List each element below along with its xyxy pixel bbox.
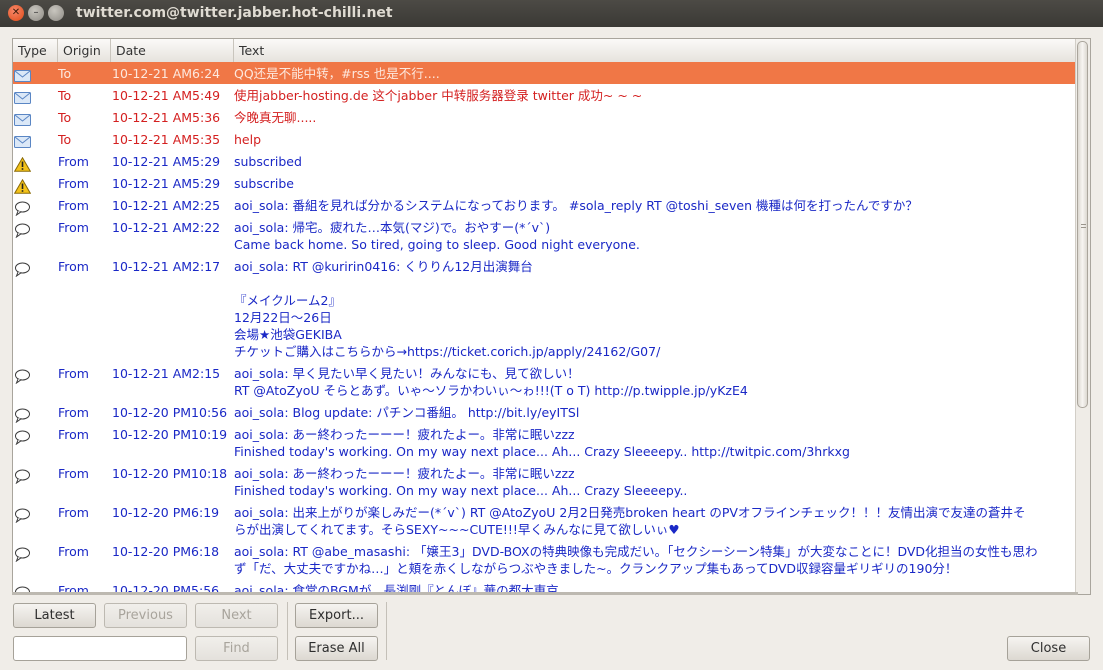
table-row[interactable]: From 10-12-20 PM6:18 aoi_sola: RT @abe_mas… [13, 540, 1076, 579]
column-header-text[interactable]: Text [234, 39, 1076, 62]
row-text: help [234, 132, 262, 147]
row-text: aoi_sola: あー終わったーーー！疲れたよー。非常に眠いzzz Finis… [234, 427, 850, 459]
row-origin: To [58, 110, 72, 125]
button-separator [386, 602, 387, 660]
row-text: 今晚真无聊..... [234, 110, 317, 125]
table-row[interactable]: To 10-12-21 AM5:35 help [13, 128, 1076, 150]
row-date: 10-12-21 AM6:24 [112, 66, 221, 81]
table-row[interactable]: From 10-12-20 PM10:18 aoi_sola: あー終わったーーー！… [13, 462, 1076, 501]
row-text: aoi_sola: 帰宅。疲れた…本気(マジ)で。おやすー(*´v`) Came… [234, 220, 640, 252]
table-row[interactable]: From 10-12-20 PM10:56 aoi_sola: Blog updat… [13, 401, 1076, 424]
export-button[interactable]: Export... [295, 603, 378, 628]
scrollbar-thumb[interactable] [1077, 41, 1088, 408]
latest-button[interactable]: Latest [13, 603, 96, 628]
row-text: aoi_sola: 番組を見れば分かるシステムになっております。 #sola_r… [234, 198, 918, 213]
row-date: 10-12-21 AM5:36 [112, 110, 221, 125]
row-origin: To [58, 66, 72, 81]
row-origin: From [58, 466, 89, 481]
next-button[interactable]: Next [195, 603, 278, 628]
row-origin: From [58, 198, 89, 213]
row-date: 10-12-21 AM5:35 [112, 132, 221, 147]
row-origin: From [58, 366, 89, 381]
row-text: aoi_sola: Blog update: パチンコ番組。 http://bi… [234, 405, 580, 420]
row-text: aoi_sola: RT @abe_masashi: 「嬢王3」DVD-BOXの… [234, 544, 1038, 576]
message-rows: To 10-12-21 AM6:24 QQ还是不能中转，#rss 也是不行.... T… [13, 62, 1076, 594]
previous-button[interactable]: Previous [104, 603, 187, 628]
row-text: aoi_sola: 早く見たい早く見たい！みんなにも、見て欲しい！ RT @At… [234, 366, 748, 398]
message-list[interactable]: Type Origin Date Text To 10-12-21 AM6:24 Q… [12, 38, 1091, 595]
search-input[interactable] [13, 636, 187, 661]
row-date: 10-12-21 AM2:15 [112, 366, 221, 381]
row-origin: From [58, 259, 89, 274]
row-origin: From [58, 154, 89, 169]
row-text: aoi_sola: あー終わったーーー！疲れたよー。非常に眠いzzz Finis… [234, 466, 688, 498]
table-row[interactable]: From 10-12-21 AM2:25 aoi_sola: 番組を見れば分かるシス… [13, 194, 1076, 217]
close-button[interactable]: Close [1007, 636, 1090, 661]
row-text: aoi_sola: 出来上がりが楽しみだー(*´v`) RT @AtoZyoU … [234, 505, 1026, 537]
row-date: 10-12-21 AM2:17 [112, 259, 221, 274]
row-date: 10-12-20 PM10:18 [112, 466, 228, 481]
row-text: QQ还是不能中转，#rss 也是不行.... [234, 66, 440, 81]
row-date: 10-12-20 PM10:56 [112, 405, 228, 420]
table-row[interactable]: To 10-12-21 AM5:36 今晚真无聊..... [13, 106, 1076, 128]
row-text: subscribe [234, 176, 294, 191]
window-minimize-icon[interactable]: – [28, 5, 44, 21]
row-origin: From [58, 505, 89, 520]
window-close-icon[interactable]: ✕ [8, 5, 24, 21]
row-origin: From [58, 427, 89, 442]
row-date: 10-12-20 PM10:19 [112, 427, 228, 442]
row-text: 使用jabber-hosting.de 这个jabber 中转服务器登录 twi… [234, 88, 643, 103]
row-date: 10-12-21 AM2:25 [112, 198, 221, 213]
row-date: 10-12-21 AM5:29 [112, 176, 221, 191]
title-bar: ✕ – twitter.com@twitter.jabber.hot-chill… [0, 0, 1103, 27]
list-header: Type Origin Date Text [13, 39, 1076, 63]
row-date: 10-12-20 PM6:19 [112, 505, 220, 520]
table-row[interactable]: To 10-12-21 AM6:24 QQ还是不能中转，#rss 也是不行.... [13, 62, 1076, 84]
table-row[interactable]: From 10-12-20 PM10:19 aoi_sola: あー終わったーーー！… [13, 423, 1076, 462]
vertical-scrollbar[interactable] [1075, 39, 1090, 594]
erase-all-button[interactable]: Erase All [295, 636, 378, 661]
button-separator [287, 602, 288, 660]
row-origin: To [58, 88, 72, 103]
table-row[interactable]: To 10-12-21 AM5:49 使用jabber-hosting.de 这个j… [13, 84, 1076, 106]
window-maximize-icon[interactable] [48, 5, 64, 21]
row-date: 10-12-21 AM2:22 [112, 220, 221, 235]
window-title: twitter.com@twitter.jabber.hot-chilli.ne… [76, 5, 393, 21]
horizontal-scrollbar[interactable] [12, 592, 1078, 595]
row-origin: From [58, 544, 89, 559]
table-row[interactable]: From 10-12-21 AM5:29 subscribed [13, 150, 1076, 172]
table-row[interactable]: From 10-12-21 AM5:29 subscribe [13, 172, 1076, 194]
column-header-type[interactable]: Type [13, 39, 58, 62]
table-row[interactable]: From 10-12-21 AM2:15 aoi_sola: 早く見たい早く見たい！… [13, 362, 1076, 401]
row-origin: From [58, 405, 89, 420]
table-row[interactable]: From 10-12-21 AM2:17 aoi_sola: RT @kuririn… [13, 255, 1076, 362]
find-button[interactable]: Find [195, 636, 278, 661]
row-text: subscribed [234, 154, 302, 169]
table-row[interactable]: From 10-12-21 AM2:22 aoi_sola: 帰宅。疲れた…本気(マ… [13, 216, 1076, 255]
row-origin: From [58, 176, 89, 191]
row-origin: From [58, 220, 89, 235]
row-origin: To [58, 132, 72, 147]
row-date: 10-12-21 AM5:29 [112, 154, 221, 169]
column-header-origin[interactable]: Origin [58, 39, 111, 62]
table-row[interactable]: From 10-12-20 PM6:19 aoi_sola: 出来上がりが楽しみだー… [13, 501, 1076, 540]
row-text: aoi_sola: RT @kuririn0416: くりりん12月出演舞台 『… [234, 259, 661, 359]
column-header-date[interactable]: Date [111, 39, 234, 62]
row-date: 10-12-21 AM5:49 [112, 88, 221, 103]
row-date: 10-12-20 PM6:18 [112, 544, 220, 559]
